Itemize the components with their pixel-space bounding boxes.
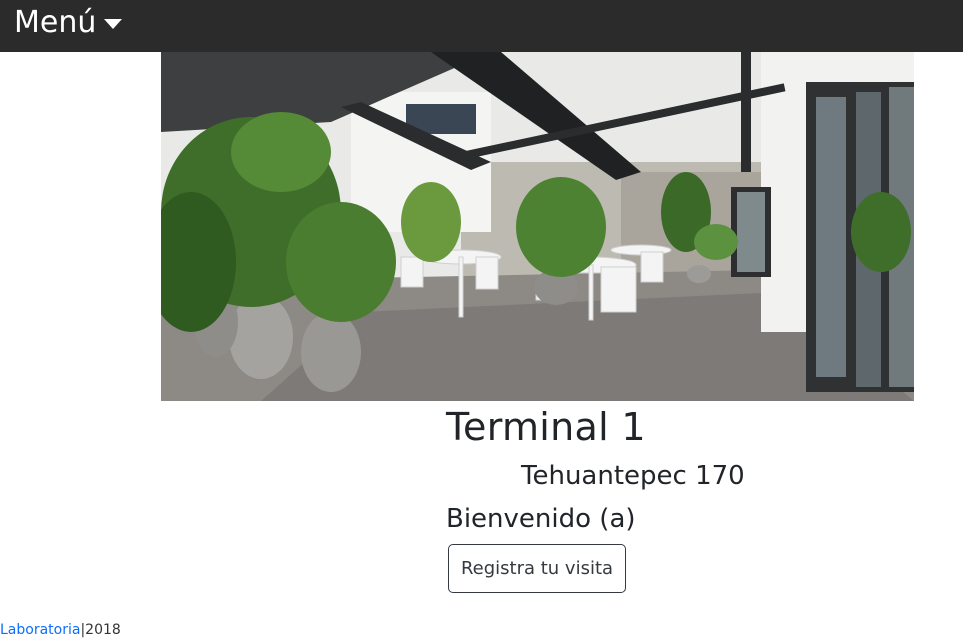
menu-dropdown-toggle[interactable]: Menú (14, 3, 123, 43)
footer-laboratoria-link[interactable]: Laboratoria (0, 622, 80, 638)
hero-image (161, 52, 914, 401)
navbar: Menú (0, 0, 963, 52)
page-title: Terminal 1 (446, 405, 646, 449)
footer: Laboratoria|2018 (0, 622, 121, 638)
footer-year: 2018 (85, 622, 121, 638)
menu-label: Menú (14, 5, 97, 40)
register-visit-button[interactable]: Registra tu visita (448, 544, 626, 593)
address-heading: Tehuantepec 170 (521, 461, 745, 491)
caret-down-icon (104, 19, 123, 29)
terrace-photo-illustration (161, 52, 914, 401)
welcome-heading: Bienvenido (a) (446, 504, 636, 534)
